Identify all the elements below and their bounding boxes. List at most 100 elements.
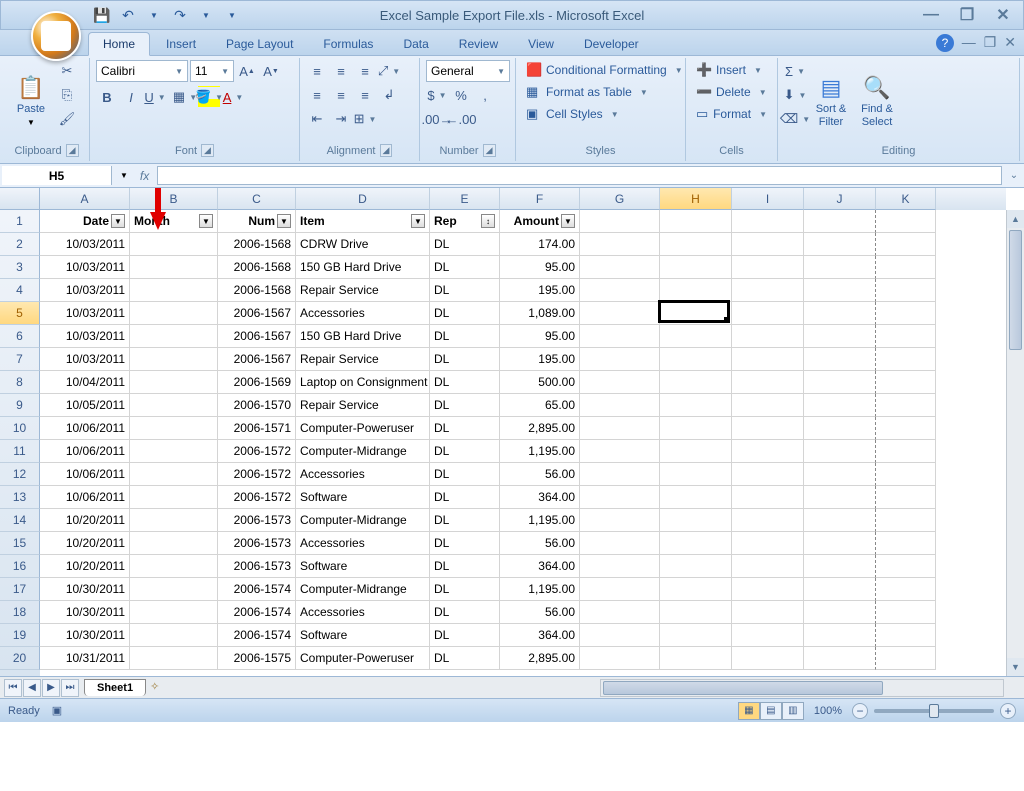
last-sheet[interactable]: ⏭	[61, 679, 79, 697]
clear-button[interactable]: ⌫▼	[784, 108, 806, 130]
cell[interactable]	[732, 325, 804, 348]
cell[interactable]: 364.00	[500, 555, 580, 578]
cell[interactable]: Amount▼	[500, 210, 580, 233]
align-right[interactable]: ≡	[354, 84, 376, 106]
autosum-button[interactable]: Σ▼	[784, 60, 806, 82]
cell[interactable]	[660, 486, 732, 509]
cell[interactable]: DL	[430, 417, 500, 440]
cell[interactable]	[804, 302, 876, 325]
help-button[interactable]: ?	[936, 34, 954, 52]
name-box[interactable]: H5	[2, 166, 112, 185]
cell[interactable]	[732, 233, 804, 256]
cell[interactable]	[580, 486, 660, 509]
cells-area[interactable]: Date▼Month▼Num▼Item▼Rep↕Amount▼10/03/201…	[40, 210, 1006, 676]
cell[interactable]	[130, 463, 218, 486]
align-bottom[interactable]: ≡	[354, 60, 376, 82]
cell[interactable]	[580, 348, 660, 371]
row-header-17[interactable]: 17	[0, 578, 40, 601]
cell[interactable]	[732, 532, 804, 555]
cell[interactable]	[130, 325, 218, 348]
cell[interactable]	[732, 486, 804, 509]
cell[interactable]	[580, 555, 660, 578]
cell[interactable]: 95.00	[500, 325, 580, 348]
cell[interactable]	[580, 279, 660, 302]
cell[interactable]	[804, 509, 876, 532]
cell[interactable]: 10/03/2011	[40, 325, 130, 348]
cell[interactable]: 2006-1568	[218, 256, 296, 279]
vertical-scrollbar[interactable]: ▲ ▼	[1006, 210, 1024, 676]
page-layout-view[interactable]: ▤	[760, 702, 782, 720]
cell[interactable]: DL	[430, 647, 500, 670]
fill-button[interactable]: ⬇▼	[784, 84, 806, 106]
cell[interactable]: Repair Service	[296, 279, 430, 302]
cell[interactable]	[580, 578, 660, 601]
fx-button[interactable]: fx	[140, 169, 149, 183]
cell[interactable]	[804, 601, 876, 624]
vscroll-thumb[interactable]	[1009, 230, 1022, 350]
cell[interactable]	[580, 463, 660, 486]
cell[interactable]: DL	[430, 371, 500, 394]
cell[interactable]: Date▼	[40, 210, 130, 233]
cell[interactable]	[130, 302, 218, 325]
cell[interactable]: 10/06/2011	[40, 417, 130, 440]
cell[interactable]: 2006-1573	[218, 555, 296, 578]
page-break-view[interactable]: ▥	[782, 702, 804, 720]
cell[interactable]: 10/03/2011	[40, 348, 130, 371]
normal-view[interactable]: ▦	[738, 702, 760, 720]
underline-button[interactable]: U▼	[144, 86, 166, 108]
bold-button[interactable]: B	[96, 86, 118, 108]
cell[interactable]	[876, 509, 936, 532]
cell[interactable]	[580, 325, 660, 348]
cell[interactable]	[876, 601, 936, 624]
cell[interactable]: 2,895.00	[500, 647, 580, 670]
cell[interactable]	[130, 440, 218, 463]
cell[interactable]	[804, 532, 876, 555]
paste-button[interactable]: 📋 Paste ▼	[10, 60, 52, 142]
macro-record-icon[interactable]: ▣	[52, 704, 62, 717]
cell[interactable]: 2006-1574	[218, 624, 296, 647]
cell[interactable]: 10/03/2011	[40, 302, 130, 325]
cell[interactable]	[580, 394, 660, 417]
col-header-H[interactable]: H	[660, 188, 732, 210]
cell[interactable]: 10/03/2011	[40, 233, 130, 256]
cell[interactable]	[580, 624, 660, 647]
format-painter-button[interactable]: 🖌	[56, 108, 78, 130]
cell[interactable]: DL	[430, 555, 500, 578]
increase-indent[interactable]: ⇥	[330, 108, 352, 130]
sort-filter-button[interactable]: ▤ Sort & Filter	[810, 60, 852, 143]
cell[interactable]: 2,895.00	[500, 417, 580, 440]
delete-cells[interactable]: ➖Delete▼	[692, 82, 771, 102]
doc-close[interactable]: ✕	[1004, 34, 1016, 51]
cell[interactable]	[804, 210, 876, 233]
fill-color-button[interactable]: 🪣▼	[198, 86, 220, 108]
cell[interactable]: 56.00	[500, 532, 580, 555]
cell[interactable]	[876, 279, 936, 302]
cell[interactable]	[732, 578, 804, 601]
cell[interactable]	[130, 486, 218, 509]
expand-formula-bar[interactable]: ⌄	[1004, 164, 1024, 187]
filter-button[interactable]: ▼	[411, 214, 425, 228]
zoom-slider[interactable]	[874, 709, 994, 713]
cell[interactable]	[580, 440, 660, 463]
cell[interactable]: Accessories	[296, 302, 430, 325]
row-header-1[interactable]: 1	[0, 210, 40, 233]
cell[interactable]: 1,195.00	[500, 509, 580, 532]
cell[interactable]	[876, 486, 936, 509]
decrease-decimal[interactable]: ←.00	[450, 108, 472, 130]
prev-sheet[interactable]: ◀	[23, 679, 41, 697]
cell[interactable]	[660, 256, 732, 279]
row-header-10[interactable]: 10	[0, 417, 40, 440]
row-header-15[interactable]: 15	[0, 532, 40, 555]
percent-button[interactable]: %	[450, 84, 472, 106]
filter-button[interactable]: ▼	[199, 214, 213, 228]
cell[interactable]: Software	[296, 486, 430, 509]
cell[interactable]	[876, 302, 936, 325]
cell[interactable]: 65.00	[500, 394, 580, 417]
cell[interactable]	[130, 417, 218, 440]
cell[interactable]	[660, 348, 732, 371]
tab-review[interactable]: Review	[445, 33, 512, 55]
sheet-tab-1[interactable]: Sheet1	[84, 679, 146, 696]
col-header-B[interactable]: B	[130, 188, 218, 210]
cell[interactable]	[732, 302, 804, 325]
cell[interactable]	[580, 509, 660, 532]
